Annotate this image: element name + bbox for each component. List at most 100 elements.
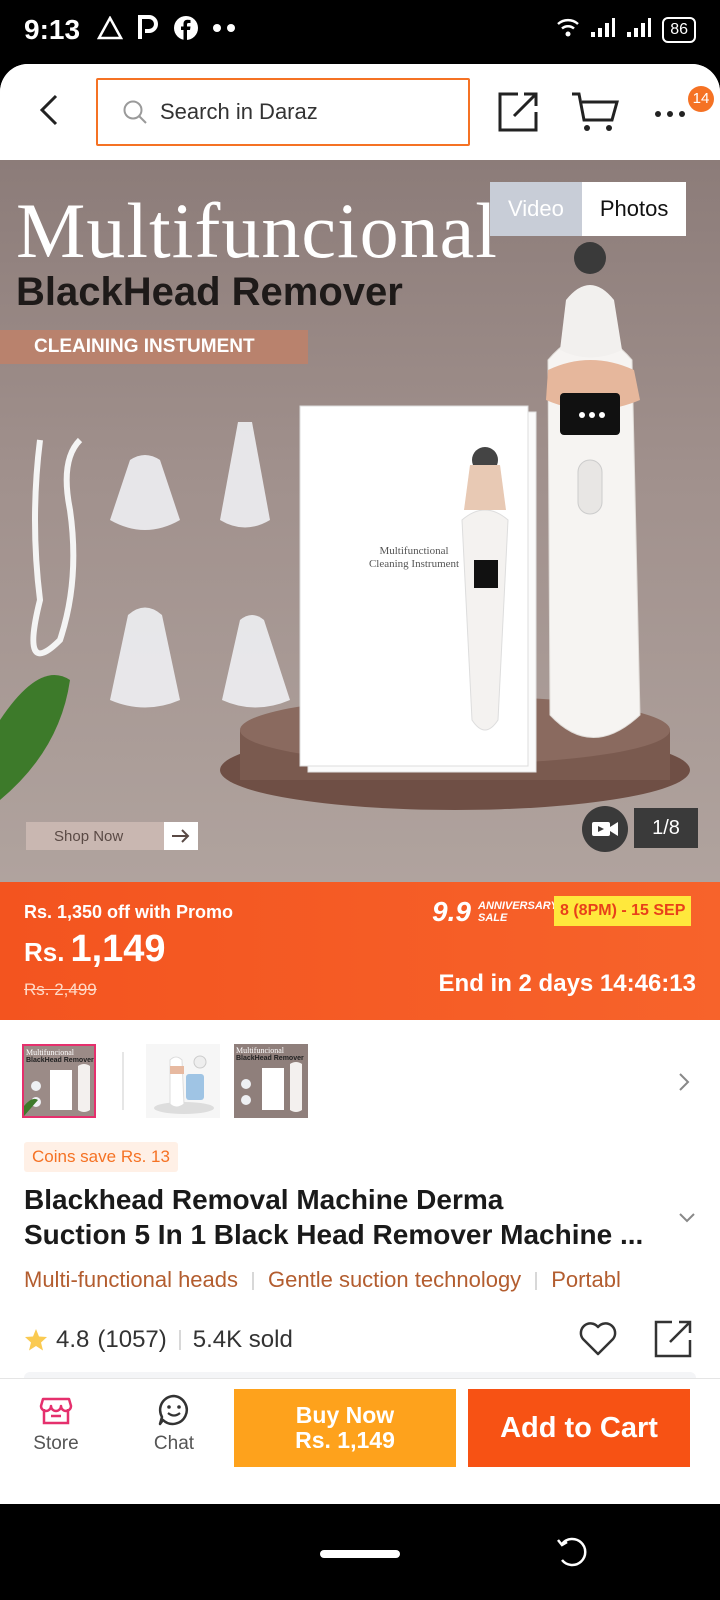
arrow-right-icon xyxy=(164,822,198,850)
price-amount: 1,149 xyxy=(70,928,166,970)
tab-photos[interactable]: Photos xyxy=(581,182,687,236)
promo-discount-text: Rs. 1,350 off with Promo xyxy=(24,902,234,922)
dots-icon xyxy=(210,14,238,42)
chevron-left-icon xyxy=(39,94,58,126)
feature-highlights: Multi-functional heads Gentle suction tec… xyxy=(24,1267,720,1301)
price-currency: Rs. xyxy=(24,937,65,967)
store-label: Store xyxy=(33,1433,79,1454)
product-page: Search in Daraz 14 Multifuncional BlackH… xyxy=(0,64,720,1504)
system-status-icons: 86 xyxy=(556,16,696,43)
star-icon xyxy=(25,1329,47,1351)
product-title-line2: Suction 5 In 1 Black Head Remover Machin… xyxy=(24,1219,644,1250)
home-gesture-bar[interactable] xyxy=(320,1550,400,1558)
current-price: Rs. 1,149 xyxy=(24,928,166,971)
share-icon xyxy=(654,1320,692,1358)
search-placeholder: Search in Daraz xyxy=(160,99,318,124)
thumb1-title: Multifuncional xyxy=(26,1048,74,1057)
rating-divider xyxy=(178,1330,181,1350)
sale-logo-sub: ANNIVERSARY SALE xyxy=(478,900,558,924)
video-camera-icon xyxy=(592,822,618,836)
signal-icon xyxy=(590,16,616,43)
top-nav: Search in Daraz 14 xyxy=(0,64,720,160)
feature-item: Multi-functional heads xyxy=(24,1267,239,1292)
chevron-right-icon xyxy=(679,1073,690,1091)
more-dots-icon xyxy=(655,111,685,117)
hero-subtitle: BlackHead Remover xyxy=(16,270,403,314)
hero-tag: CLEAINING INSTUMENT xyxy=(0,330,308,364)
back-gesture-icon[interactable] xyxy=(556,1536,588,1568)
share-icon xyxy=(498,92,538,132)
product-image-gallery[interactable]: Multifuncional BlackHead Remover CLEAINI… xyxy=(0,160,720,882)
share-product-button[interactable] xyxy=(652,1318,694,1360)
thumbnail-3[interactable]: Multifuncional BlackHead Remover xyxy=(234,1044,308,1118)
sale-sub-line1: ANNIVERSARY xyxy=(478,900,558,912)
back-button[interactable] xyxy=(30,90,70,130)
image-counter: 1/8 xyxy=(634,808,698,848)
sold-count: 5.4K sold xyxy=(192,1326,293,1353)
status-bar: 9:13 86 xyxy=(0,0,720,64)
sale-sub-line2: SALE xyxy=(478,912,508,924)
thumb1-subtitle: BlackHead Remover xyxy=(26,1057,94,1064)
original-price: Rs. 2,499 xyxy=(24,980,97,999)
signal-icon xyxy=(626,16,652,43)
hero-title: Multifuncional xyxy=(16,187,498,274)
sale-date: 8 (8PM) - 15 SEP xyxy=(554,896,692,926)
media-toggle: Video Photos xyxy=(490,182,687,236)
feature-item: Gentle suction technology xyxy=(268,1267,522,1292)
thumbnail-divider xyxy=(122,1052,124,1110)
more-button[interactable] xyxy=(652,94,692,130)
feature-divider xyxy=(252,1272,255,1291)
parking-p-icon xyxy=(134,14,162,42)
add-to-cart-button[interactable]: Add to Cart xyxy=(468,1389,690,1467)
box-label-line1: Multifunctional xyxy=(379,545,449,557)
thumbnail-2[interactable] xyxy=(146,1044,220,1118)
shop-now-banner: Shop Now xyxy=(26,822,198,850)
shop-now-label: Shop Now xyxy=(54,827,124,845)
bottom-action-bar: Store Chat Buy Now Rs. 1,149 Add to Cart xyxy=(0,1378,720,1504)
thumb3-subtitle: BlackHead Remover xyxy=(236,1055,304,1062)
countdown-timer: End in 2 days 14:46:13 xyxy=(438,970,696,997)
box-label: Multifunctional Cleaning Instrument xyxy=(300,545,528,571)
thumbnails-next-button[interactable] xyxy=(676,1070,692,1094)
status-time: 9:13 xyxy=(24,14,81,45)
box-label-line2: Cleaning Instrument xyxy=(368,558,460,570)
video-play-button[interactable] xyxy=(582,806,628,852)
thumb3-title: Multifuncional xyxy=(236,1046,284,1055)
warning-triangle-icon xyxy=(96,14,124,42)
feature-item: Portabl xyxy=(551,1267,621,1292)
share-button[interactable] xyxy=(496,90,540,134)
thumbnail-strip: Multifuncional BlackHead Remover Multifu… xyxy=(0,1044,720,1124)
chat-button[interactable]: Chat xyxy=(138,1393,210,1463)
rating-value: 4.8 xyxy=(56,1326,90,1353)
cart-icon xyxy=(572,92,619,131)
system-nav-bar xyxy=(0,1504,720,1600)
facebook-icon xyxy=(172,14,200,42)
store-icon xyxy=(39,1397,73,1425)
notification-icons xyxy=(96,14,238,42)
review-count: (1057) xyxy=(97,1326,167,1353)
price-promo-band: Rs. 1,350 off with Promo Rs. 1,149 Rs. 2,… xyxy=(0,882,720,1020)
buy-now-button[interactable]: Buy Now Rs. 1,149 xyxy=(234,1389,456,1467)
tab-video[interactable]: Video xyxy=(490,182,582,236)
store-button[interactable]: Store xyxy=(20,1393,92,1463)
feature-divider xyxy=(535,1272,538,1291)
thumbnail-1[interactable]: Multifuncional BlackHead Remover xyxy=(22,1044,96,1118)
product-title-line1: Blackhead Removal Machine Derma xyxy=(24,1184,504,1215)
chat-label: Chat xyxy=(153,1433,195,1454)
sale-logo: 9.9 xyxy=(432,896,471,927)
rating-row[interactable]: 4.8 (1057) 5.4K sold xyxy=(24,1326,293,1354)
product-title: Blackhead Removal Machine Derma Suction … xyxy=(24,1182,664,1252)
wifi-icon xyxy=(556,16,580,43)
expand-title-button[interactable] xyxy=(676,1210,698,1226)
coins-badge: Coins save Rs. 13 xyxy=(24,1142,178,1172)
battery-icon: 86 xyxy=(662,16,696,43)
chevron-down-icon xyxy=(679,1213,695,1223)
chat-icon xyxy=(158,1394,188,1426)
cart-button[interactable] xyxy=(570,90,620,134)
buy-now-label: Buy Now xyxy=(295,1402,395,1428)
notification-badge: 14 xyxy=(688,86,714,112)
search-input[interactable]: Search in Daraz xyxy=(96,78,470,146)
heart-icon xyxy=(579,1322,617,1356)
wishlist-button[interactable] xyxy=(578,1320,618,1358)
buy-now-price: Rs. 1,149 xyxy=(295,1427,395,1453)
